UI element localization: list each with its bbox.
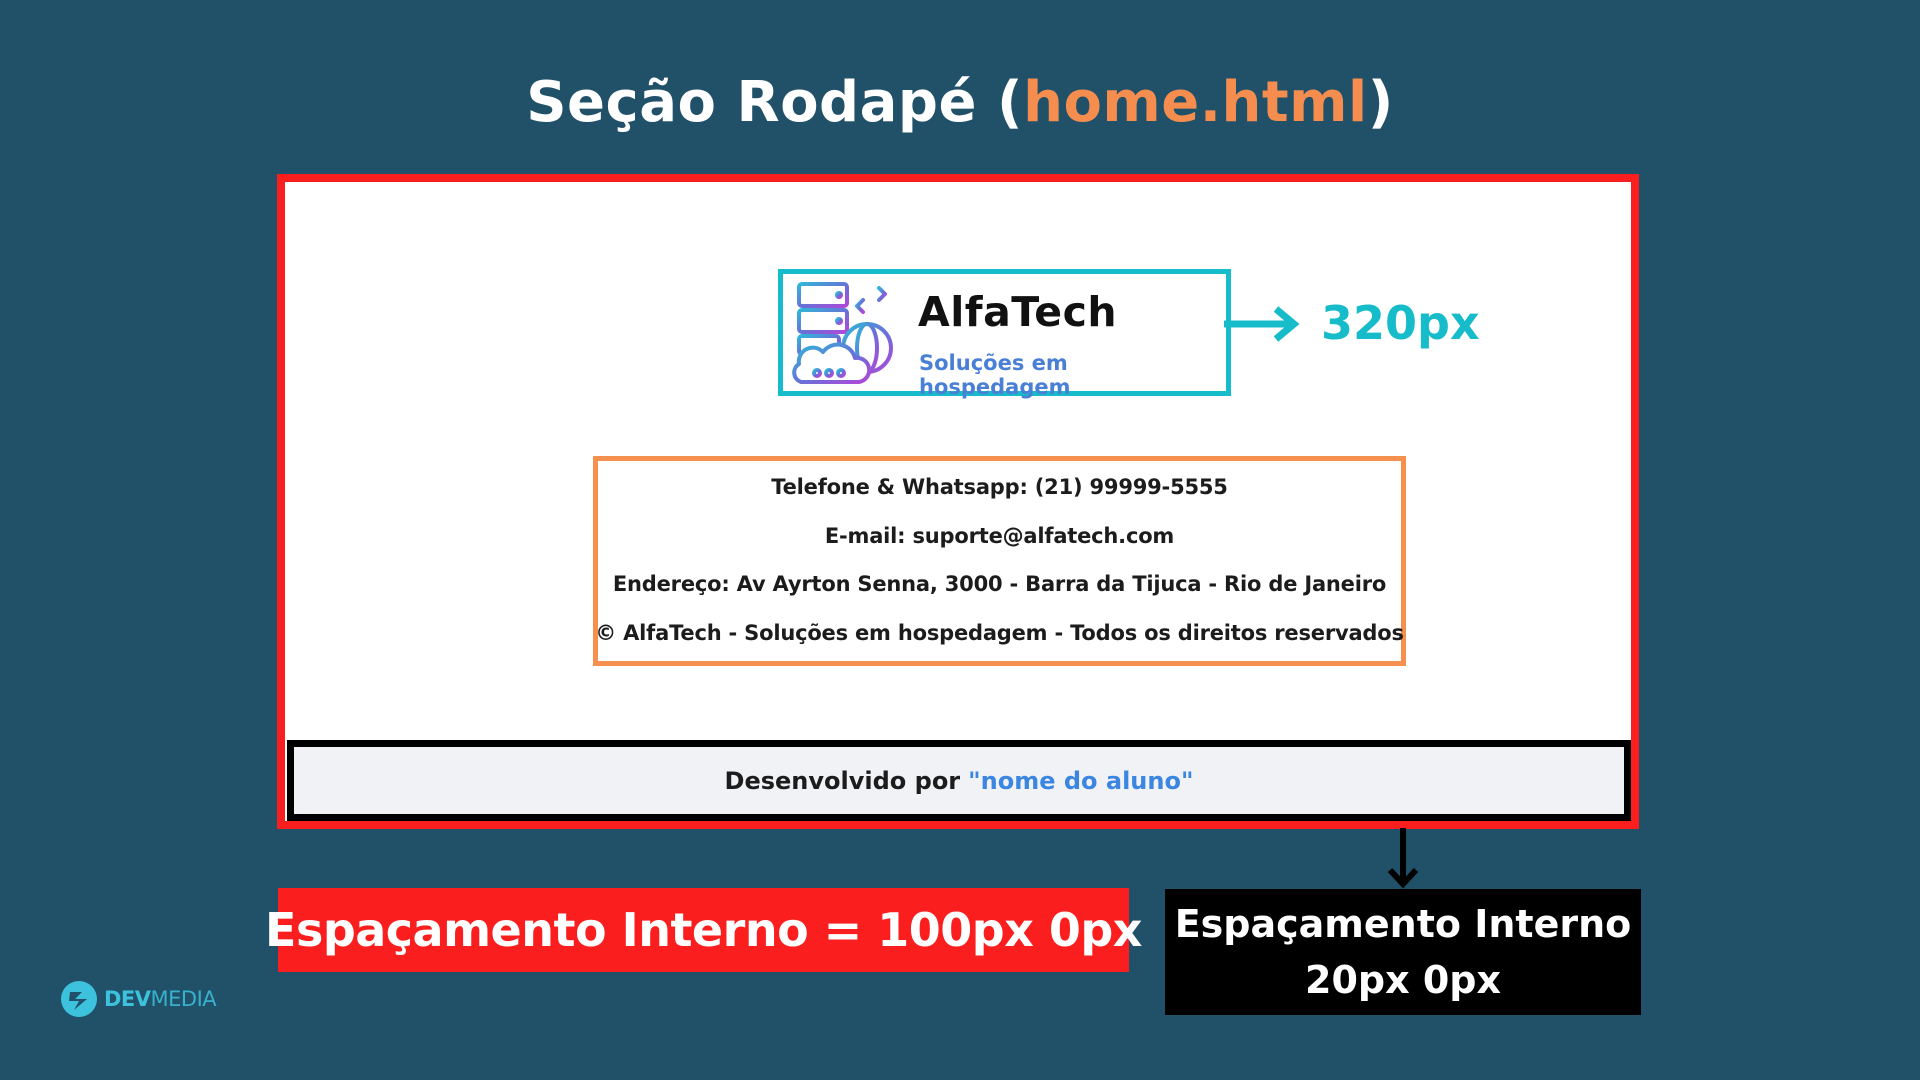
- arrow-down-icon: [1387, 828, 1419, 889]
- contact-phone: Telefone & Whatsapp: (21) 99999-5555: [771, 475, 1228, 500]
- contact-info-box: Telefone & Whatsapp: (21) 99999-5555 E-m…: [593, 456, 1406, 666]
- logo-name: AlfaTech: [918, 288, 1118, 336]
- logo-width-label: 320px: [1321, 296, 1480, 350]
- credit-bar: Desenvolvido por "nome do aluno": [287, 740, 1631, 821]
- page-title: Seção Rodapé (home.html): [0, 70, 1920, 135]
- logo-box: AlfaTech Soluções em hospedagem: [778, 269, 1231, 399]
- inner-padding-line1: Espaçamento Interno: [1174, 902, 1632, 946]
- server-cloud-globe-icon: [792, 282, 893, 384]
- devmedia-wordmark: DEVMEDIA: [104, 987, 217, 1011]
- logo-subtitle: Soluções em hospedagem: [919, 351, 1071, 399]
- brand-light: MEDIA: [150, 987, 217, 1011]
- inner-padding-label: Espaçamento Interno 20px 0px: [1165, 889, 1641, 1015]
- devmedia-brand: DEVMEDIA: [60, 980, 217, 1018]
- title-filename: home.html: [1023, 70, 1368, 135]
- arrow-right-icon: [1224, 306, 1300, 342]
- devmedia-logo-icon: [61, 981, 97, 1017]
- footer-section-mockup: AlfaTech Soluções em hospedagem Telefone…: [277, 174, 1639, 829]
- brand-bold: DEV: [104, 987, 151, 1011]
- title-prefix: Seção Rodapé (: [526, 70, 1024, 135]
- contact-email: E-mail: suporte@alfatech.com: [824, 523, 1175, 548]
- outer-padding-label: Espaçamento Interno = 100px 0px: [265, 888, 1142, 972]
- title-suffix: ): [1367, 70, 1394, 135]
- credit-student-name: "nome do aluno": [968, 766, 1194, 795]
- credit-prefix: Desenvolvido por: [724, 766, 961, 795]
- contact-copyright: © AlfaTech - Soluções em hospedagem - To…: [595, 620, 1404, 645]
- inner-padding-line2: 20px 0px: [1305, 958, 1501, 1002]
- contact-address: Endereço: Av Ayrton Senna, 3000 - Barra …: [612, 572, 1387, 597]
